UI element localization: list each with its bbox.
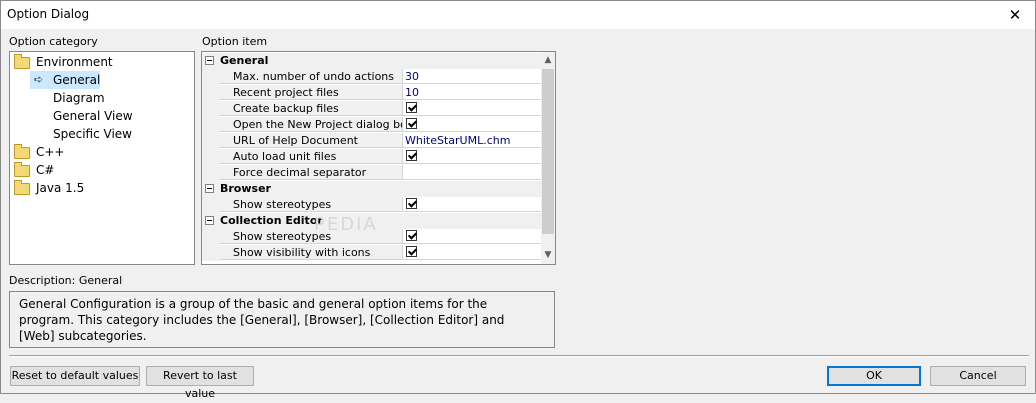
property-name: Show stereotypes (220, 197, 403, 212)
property-value[interactable] (403, 165, 541, 180)
description-label: Description: General (9, 274, 123, 287)
grid-row[interactable]: Max. number of undo actions 30 (202, 69, 541, 85)
property-value[interactable] (403, 229, 541, 244)
property-name: Create backup files (220, 101, 403, 116)
section-general[interactable]: General (202, 53, 541, 69)
property-name: Recent project files (220, 85, 403, 100)
description-text: General Configuration is a group of the … (19, 297, 505, 343)
tree-item-general[interactable]: ➪ General (30, 71, 102, 89)
tree-item-diagram[interactable]: Diagram (53, 89, 105, 107)
option-category-label: Option category (9, 35, 98, 48)
divider (9, 355, 1029, 357)
property-value[interactable]: WhiteStarUML.chm (403, 133, 541, 148)
category-tree[interactable]: Environment ➪ General Diagram General Vi… (9, 51, 195, 265)
checkbox[interactable] (406, 198, 417, 209)
grid-row[interactable]: Show stereotypes (202, 197, 541, 213)
property-value[interactable] (403, 245, 541, 260)
property-value[interactable] (403, 117, 541, 132)
property-name: Auto load unit files (220, 149, 403, 164)
collapse-icon[interactable] (205, 56, 214, 65)
folder-icon (14, 54, 30, 69)
property-name: Force decimal separator (220, 165, 403, 180)
folder-icon (14, 162, 30, 177)
reset-defaults-button[interactable]: Reset to default values (10, 366, 140, 386)
scroll-down-icon[interactable]: ▼ (541, 248, 555, 262)
tree-item-specific-view[interactable]: Specific View (53, 125, 132, 143)
grid-row[interactable]: URL of Help Document WhiteStarUML.chm (202, 133, 541, 149)
property-name: Show visibility with icons (220, 245, 403, 260)
arrow-icon: ➪ (34, 73, 44, 86)
watermark-text: PEDIA (314, 214, 378, 235)
collapse-icon[interactable] (205, 216, 214, 225)
description-box: General Configuration is a group of the … (9, 291, 555, 348)
grid-row[interactable]: Create backup files (202, 101, 541, 117)
checkbox[interactable] (406, 102, 417, 113)
checkbox[interactable] (406, 150, 417, 161)
grid-row[interactable]: Force decimal separator (202, 165, 541, 181)
property-value[interactable] (403, 149, 541, 164)
checkbox[interactable] (406, 230, 417, 241)
property-value[interactable]: 30 (403, 69, 541, 84)
checkbox[interactable] (406, 246, 417, 257)
folder-icon (14, 180, 30, 195)
section-browser[interactable]: Browser (202, 181, 541, 197)
vertical-scrollbar[interactable]: ▲ ▼ (541, 52, 555, 264)
scroll-thumb[interactable] (542, 69, 554, 234)
property-value[interactable] (403, 197, 541, 212)
property-name: URL of Help Document (220, 133, 403, 148)
option-dialog-window: Option Dialog ✕ Option category Environm… (0, 0, 1036, 400)
grid-row[interactable]: Show visibility with icons (202, 245, 541, 261)
checkbox[interactable] (406, 118, 417, 129)
window-title: Option Dialog (7, 7, 90, 21)
revert-button[interactable]: Revert to last value (146, 366, 254, 400)
option-item-label: Option item (202, 35, 268, 48)
property-name: Max. number of undo actions (220, 69, 403, 84)
grid-row[interactable]: Recent project files 10 (202, 85, 541, 101)
cancel-button[interactable]: Cancel (930, 366, 1026, 386)
property-value[interactable]: 10 (403, 85, 541, 100)
grid-row[interactable]: Auto load unit files (202, 149, 541, 165)
grid-row[interactable]: Open the New Project dialog box a (202, 117, 541, 133)
tree-item-general-view[interactable]: General View (53, 107, 133, 125)
ok-button[interactable]: OK (827, 366, 921, 386)
collapse-icon[interactable] (205, 184, 214, 193)
property-value[interactable] (403, 101, 541, 116)
option-grid[interactable]: General Max. number of undo actions 30 R… (201, 51, 556, 265)
title-bar: Option Dialog ✕ (1, 1, 1035, 29)
property-name: Open the New Project dialog box a (220, 117, 403, 132)
close-icon[interactable]: ✕ (995, 1, 1035, 29)
scroll-up-icon[interactable]: ▲ (541, 53, 555, 67)
folder-icon (14, 144, 30, 159)
